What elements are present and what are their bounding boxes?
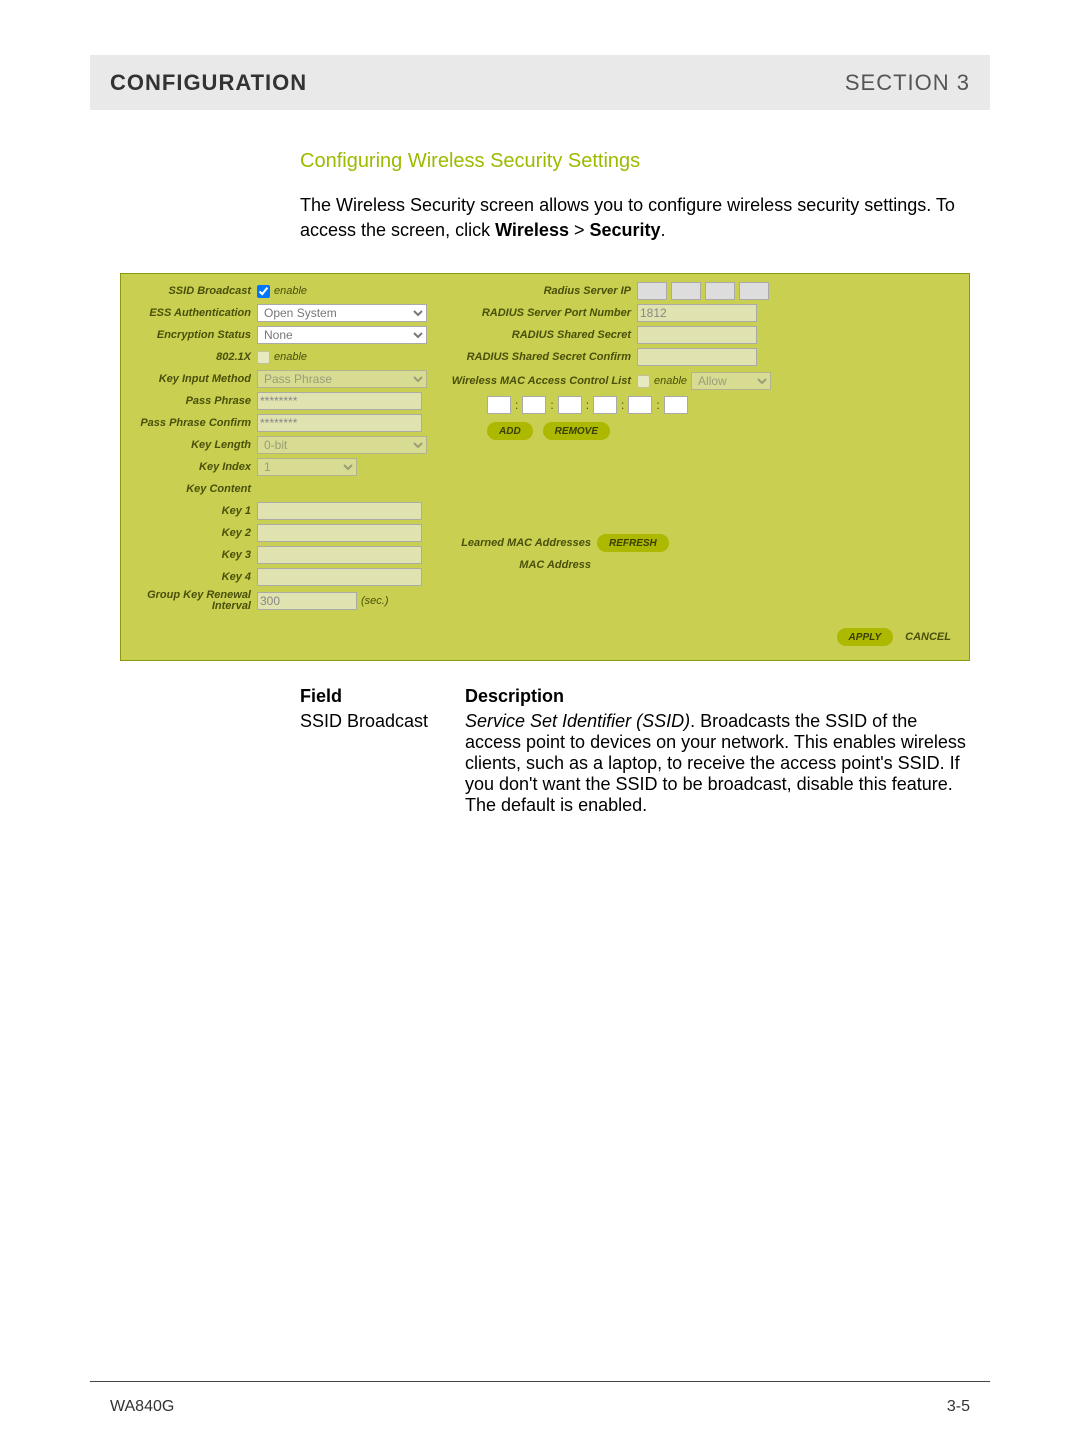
mac-input-4[interactable] (593, 396, 617, 414)
key2-label: Key 2 (127, 527, 257, 539)
table-row-description: Service Set Identifier (SSID). Broadcast… (465, 711, 970, 816)
radius-ip-label: Radius Server IP (447, 285, 637, 297)
mac-address-label: MAC Address (447, 559, 597, 571)
mac-control-mode-select[interactable]: Allow (691, 372, 771, 390)
radius-secret-label: RADIUS Shared Secret (447, 329, 637, 341)
group-key-label: Group Key Renewal Interval (127, 590, 257, 612)
radius-ip-octet-2[interactable] (671, 282, 701, 300)
key4-label: Key 4 (127, 571, 257, 583)
table-row-field: SSID Broadcast (300, 711, 465, 816)
radius-port-input[interactable] (637, 304, 757, 322)
intro-paragraph: The Wireless Security screen allows you … (300, 193, 970, 243)
page-footer: WA840G 3-5 (110, 1398, 970, 1416)
mac-control-enable-text: enable (654, 375, 687, 387)
key4-input[interactable] (257, 568, 422, 586)
key-length-select[interactable]: 0-bit (257, 436, 427, 454)
radius-secret-confirm-input[interactable] (637, 348, 757, 366)
key-length-label: Key Length (127, 439, 257, 451)
pass-phrase-label: Pass Phrase (127, 395, 257, 407)
intro-sep: > (569, 220, 590, 240)
mac-input-3[interactable] (558, 396, 582, 414)
radius-ip-octet-4[interactable] (739, 282, 769, 300)
security-screenshot: SSID Broadcast enable ESS Authentication… (120, 273, 970, 661)
desc-italic: Service Set Identifier (SSID) (465, 711, 690, 731)
encryption-status-select[interactable]: None (257, 326, 427, 344)
pass-phrase-input[interactable] (257, 392, 422, 410)
table-header-description: Description (465, 686, 970, 707)
header-title: CONFIGURATION (110, 70, 307, 96)
ssid-broadcast-checkbox[interactable] (257, 285, 270, 298)
intro-end: . (661, 220, 666, 240)
page-header: CONFIGURATION SECTION 3 (90, 55, 990, 110)
key2-input[interactable] (257, 524, 422, 542)
section-heading: Configuring Wireless Security Settings (300, 150, 970, 173)
intro-bold-wireless: Wireless (495, 220, 569, 240)
radius-secret-confirm-label: RADIUS Shared Secret Confirm (447, 351, 637, 363)
ess-auth-label: ESS Authentication (127, 307, 257, 319)
intro-bold-security: Security (589, 220, 660, 240)
mac-input-6[interactable] (664, 396, 688, 414)
footer-model: WA840G (110, 1398, 174, 1416)
dot1x-enable-text: enable (274, 351, 307, 363)
radius-port-label: RADIUS Server Port Number (447, 307, 637, 319)
group-key-unit: (sec.) (361, 595, 389, 607)
ssid-broadcast-label: SSID Broadcast (127, 285, 257, 297)
footer-rule (90, 1381, 990, 1382)
header-section: SECTION 3 (845, 70, 970, 96)
key-index-label: Key Index (127, 461, 257, 473)
mac-control-checkbox[interactable] (637, 375, 650, 388)
key1-label: Key 1 (127, 505, 257, 517)
table-header-field: Field (300, 686, 465, 707)
mac-input-1[interactable] (487, 396, 511, 414)
footer-page: 3-5 (947, 1398, 970, 1416)
radius-ip-octet-3[interactable] (705, 282, 735, 300)
remove-button[interactable]: REMOVE (543, 422, 610, 440)
radius-ip-octet-1[interactable] (637, 282, 667, 300)
apply-button[interactable]: APPLY (837, 628, 894, 646)
mac-control-label: Wireless MAC Access Control List (447, 376, 637, 387)
dot1x-label: 802.1X (127, 351, 257, 363)
key-index-select[interactable]: 1 (257, 458, 357, 476)
pass-phrase-confirm-label: Pass Phrase Confirm (127, 417, 257, 429)
cancel-button[interactable]: CANCEL (905, 631, 951, 643)
key3-input[interactable] (257, 546, 422, 564)
radius-secret-input[interactable] (637, 326, 757, 344)
key1-input[interactable] (257, 502, 422, 520)
add-button[interactable]: ADD (487, 422, 533, 440)
encryption-status-label: Encryption Status (127, 329, 257, 341)
key3-label: Key 3 (127, 549, 257, 561)
learned-mac-label: Learned MAC Addresses (447, 537, 597, 549)
field-description-table: Field Description SSID Broadcast Service… (300, 686, 970, 816)
mac-input-5[interactable] (628, 396, 652, 414)
pass-phrase-confirm-input[interactable] (257, 414, 422, 432)
refresh-button[interactable]: REFRESH (597, 534, 669, 552)
key-content-label: Key Content (127, 483, 257, 495)
group-key-input[interactable] (257, 592, 357, 610)
key-input-method-select[interactable]: Pass Phrase (257, 370, 427, 388)
ess-auth-select[interactable]: Open System (257, 304, 427, 322)
dot1x-checkbox[interactable] (257, 351, 270, 364)
mac-input-2[interactable] (522, 396, 546, 414)
ssid-broadcast-enable-text: enable (274, 285, 307, 297)
key-input-method-label: Key Input Method (127, 373, 257, 385)
